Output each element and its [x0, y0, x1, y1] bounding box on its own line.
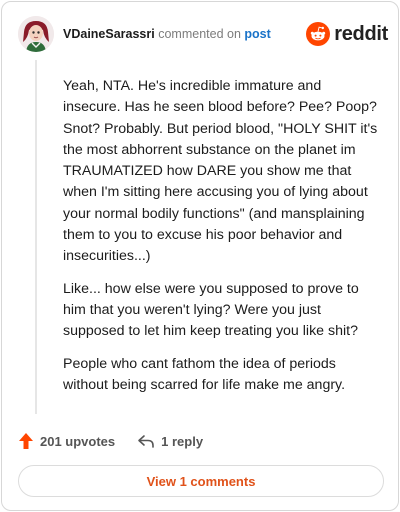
upvote-count: 201 upvotes [40, 433, 116, 449]
reddit-logo[interactable]: reddit [306, 20, 388, 48]
comment-paragraph: Like... how else were you supposed to pr… [63, 280, 359, 340]
byline-verb: commented on [158, 27, 241, 41]
username-link[interactable]: VDaineSarassri [63, 27, 155, 41]
reply-count: 1 reply [161, 433, 204, 449]
comment-body: Yeah, NTA. He's incredible immature and … [63, 76, 381, 407]
view-comments-button[interactable]: View 1 comments [18, 465, 384, 497]
byline: VDaineSarassri commented on post [63, 27, 271, 41]
reply-button[interactable]: 1 reply [137, 433, 203, 449]
comment-card: VDaineSarassri commented on post reddit … [1, 1, 399, 511]
thread-line [35, 60, 37, 414]
comment-header: VDaineSarassri commented on post reddit [18, 16, 388, 54]
post-link[interactable]: post [244, 27, 270, 41]
comment-paragraph: Yeah, NTA. He's incredible immature and … [63, 78, 378, 265]
reddit-alien-icon [306, 22, 331, 46]
reply-arrow-icon [138, 435, 154, 448]
avatar-icon [18, 16, 54, 52]
comment-actions: 201 upvotes 1 reply [18, 430, 203, 452]
reddit-wordmark: reddit [334, 22, 388, 45]
comment-paragraph: People who cant fathom the idea of perio… [63, 355, 346, 393]
upvote-arrow-icon [19, 433, 33, 449]
upvote-button[interactable]: 201 upvotes [18, 432, 115, 450]
user-avatar[interactable] [18, 16, 54, 52]
